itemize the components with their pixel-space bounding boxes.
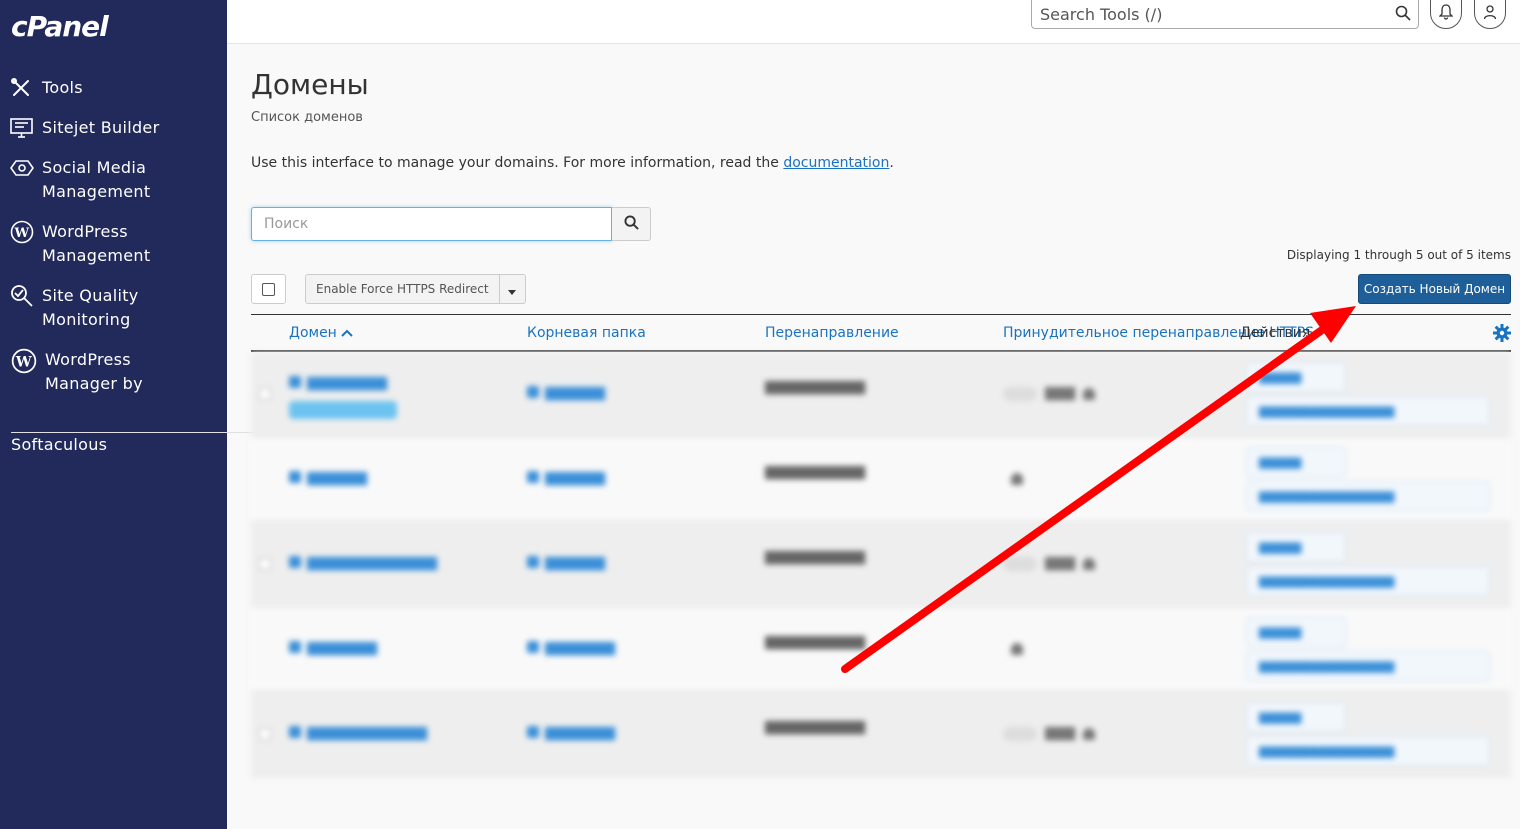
wordpress-icon: W [11, 348, 37, 381]
main-domain-badge [289, 401, 397, 419]
table-header: Домен Корневая папка Перенаправление При… [251, 314, 1511, 352]
sidebar-item-social-media[interactable]: Social Media Management [0, 156, 227, 204]
svg-text:W: W [14, 226, 30, 241]
create-new-domain-button[interactable]: Создать Новый Домен [1358, 274, 1511, 304]
domain-search-button[interactable] [612, 207, 651, 241]
sidebar-item-site-quality[interactable]: Site Quality Monitoring [0, 284, 227, 332]
root-folder-link[interactable]: ▇▇▇▇▇▇▇ [527, 726, 615, 741]
table-row: ▇▇▇▇▇▇▇▇▇▇▇▇ ▇▇▇▇▇▇▇ ▇▇▇▇▇▇▇▇▇▇ ▇▇▇ ▇▇▇▇… [251, 692, 1511, 777]
top-bar: Search Tools (/) [227, 0, 1520, 44]
checkbox-square [262, 282, 275, 296]
force-https-toggle[interactable]: ▇▇▇ [1003, 386, 1095, 401]
sidebar-item-label: Softaculous [11, 435, 108, 454]
page-subtitle: Список доменов [251, 110, 363, 125]
tools-icon [10, 76, 36, 100]
row-checkbox[interactable] [259, 558, 271, 570]
column-header-domain[interactable]: Домен [289, 325, 354, 341]
sidebar-item-label: Site Quality Monitoring [42, 286, 139, 329]
root-folder-link[interactable]: ▇▇▇▇▇▇ [527, 471, 605, 486]
domain-link[interactable]: ▇▇▇▇▇▇▇ [289, 641, 377, 656]
manage-button[interactable]: ▇▇▇▇▇ [1246, 532, 1346, 562]
table-toolbar: Enable Force HTTPS Redirect [251, 274, 526, 304]
create-email-button[interactable]: ▇▇▇▇▇▇▇▇▇▇▇▇▇▇▇▇ [1246, 396, 1490, 426]
force-https-dropdown-toggle[interactable] [499, 274, 526, 304]
column-header-redirect[interactable]: Перенаправление [765, 325, 899, 341]
table-row: ▇▇▇▇▇▇▇▇▇▇▇▇▇ ▇▇▇▇▇▇ ▇▇▇▇▇▇▇▇▇▇ ▇▇▇ ▇▇▇▇… [251, 522, 1511, 607]
page-description: Use this interface to manage your domain… [251, 155, 894, 171]
sidebar-item-sitejet[interactable]: Sitejet Builder [0, 116, 227, 140]
manage-button[interactable]: ▇▇▇▇▇ [1246, 617, 1346, 647]
force-https-status [1003, 471, 1023, 486]
create-email-button[interactable]: ▇▇▇▇▇▇▇▇▇▇▇▇▇▇▇▇ [1246, 566, 1490, 596]
redirect-value: ▇▇▇▇▇▇▇▇▇▇ [765, 465, 865, 480]
domain-link[interactable]: ▇▇▇▇▇▇▇▇ [289, 376, 387, 391]
social-media-icon [10, 156, 36, 180]
row-checkbox[interactable] [259, 388, 271, 400]
sidebar: cPanel Tools Sitejet Builder Social Medi… [0, 0, 1271, 829]
domain-link[interactable]: ▇▇▇▇▇▇▇▇▇▇▇▇▇ [289, 556, 437, 571]
sidebar-item-label: WordPress Management [42, 222, 151, 265]
create-email-button[interactable]: ▇▇▇▇▇▇▇▇▇▇▇▇▇▇▇▇ [1246, 651, 1490, 681]
force-https-toggle[interactable]: ▇▇▇ [1003, 556, 1095, 571]
site-quality-icon [10, 284, 36, 308]
search-tools-input[interactable]: Search Tools (/) [1031, 0, 1419, 29]
domain-link[interactable]: ▇▇▇▇▇▇▇▇▇▇▇▇ [289, 726, 427, 741]
table-row: ▇▇▇▇▇▇▇▇ ▇▇▇▇▇▇ ▇▇▇▇▇▇▇▇▇▇ ▇▇▇ ▇▇▇▇▇ ▇▇▇… [251, 352, 1511, 437]
search-tools-placeholder: Search Tools (/) [1040, 4, 1163, 24]
domain-search: Поиск [251, 207, 651, 241]
redirect-value: ▇▇▇▇▇▇▇▇▇▇ [765, 550, 865, 565]
sort-ascending-icon [341, 325, 354, 341]
redirect-value: ▇▇▇▇▇▇▇▇▇▇ [765, 380, 865, 395]
sidebar-item-label: Sitejet Builder [42, 118, 160, 137]
sidebar-item-label: Tools [42, 78, 83, 97]
redirect-value: ▇▇▇▇▇▇▇▇▇▇ [765, 635, 865, 650]
domain-link[interactable]: ▇▇▇▇▇▇ [289, 471, 367, 486]
redirect-value: ▇▇▇▇▇▇▇▇▇▇ [765, 720, 865, 735]
force-https-split-button: Enable Force HTTPS Redirect [305, 274, 526, 304]
caret-down-icon [508, 280, 517, 299]
select-all-checkbox[interactable] [251, 274, 286, 304]
domain-table-rows: ▇▇▇▇▇▇▇▇ ▇▇▇▇▇▇ ▇▇▇▇▇▇▇▇▇▇ ▇▇▇ ▇▇▇▇▇ ▇▇▇… [251, 352, 1511, 777]
root-folder-link[interactable]: ▇▇▇▇▇▇ [527, 386, 605, 401]
search-icon[interactable] [1395, 5, 1411, 25]
pagination-info: Displaying 1 through 5 out of 5 items [1286, 248, 1511, 262]
bell-icon [1438, 4, 1454, 24]
table-row: ▇▇▇▇▇▇▇ ▇▇▇▇▇▇▇ ▇▇▇▇▇▇▇▇▇▇ ▇▇▇▇▇ ▇▇▇▇▇▇▇… [251, 607, 1511, 692]
svg-text:W: W [15, 354, 32, 370]
sidebar-nav: Tools Sitejet Builder Social Media Manage… [0, 76, 1271, 473]
sidebar-item-label: WordPress Manager by [45, 350, 143, 393]
manage-button[interactable]: ▇▇▇▇▇ [1246, 702, 1346, 732]
create-email-button[interactable]: ▇▇▇▇▇▇▇▇▇▇▇▇▇▇▇▇ [1246, 481, 1490, 511]
search-icon [623, 214, 639, 234]
sitejet-icon [10, 116, 36, 140]
sidebar-item-tools[interactable]: Tools [0, 76, 227, 100]
user-menu-button[interactable] [1474, 0, 1506, 29]
row-checkbox[interactable] [259, 728, 271, 740]
root-folder-link[interactable]: ▇▇▇▇▇▇▇ [527, 641, 615, 656]
sidebar-item-wordpress-management[interactable]: W WordPress Management [0, 220, 227, 268]
gear-icon[interactable] [1493, 324, 1511, 346]
manage-button[interactable]: ▇▇▇▇▇ [1246, 447, 1346, 477]
sidebar-item-label: Social Media Management [42, 158, 151, 201]
column-header-actions: Действия [1240, 325, 1311, 341]
table-row: ▇▇▇▇▇▇ ▇▇▇▇▇▇ ▇▇▇▇▇▇▇▇▇▇ ▇▇▇▇▇ ▇▇▇▇▇▇▇▇▇… [251, 437, 1511, 522]
user-icon [1483, 4, 1497, 24]
manage-button[interactable]: ▇▇▇▇▇ [1246, 362, 1346, 392]
force-https-toggle[interactable]: ▇▇▇ [1003, 726, 1095, 741]
cpanel-logo[interactable]: cPanel [11, 10, 109, 43]
notifications-button[interactable] [1430, 0, 1462, 29]
domain-search-placeholder: Поиск [264, 216, 309, 232]
sidebar-item-wordpress-softaculous[interactable]: W WordPress Manager by Softaculous [0, 348, 1271, 457]
wordpress-icon: W [10, 220, 36, 244]
create-email-button[interactable]: ▇▇▇▇▇▇▇▇▇▇▇▇▇▇▇▇ [1246, 736, 1490, 766]
root-folder-link[interactable]: ▇▇▇▇▇▇ [527, 556, 605, 571]
documentation-link[interactable]: documentation [783, 155, 889, 171]
domain-search-input[interactable]: Поиск [251, 207, 612, 241]
force-https-status [1003, 641, 1023, 656]
force-https-button[interactable]: Enable Force HTTPS Redirect [305, 274, 500, 304]
page-title: Домены [251, 68, 369, 101]
column-header-root[interactable]: Корневая папка [527, 325, 646, 341]
